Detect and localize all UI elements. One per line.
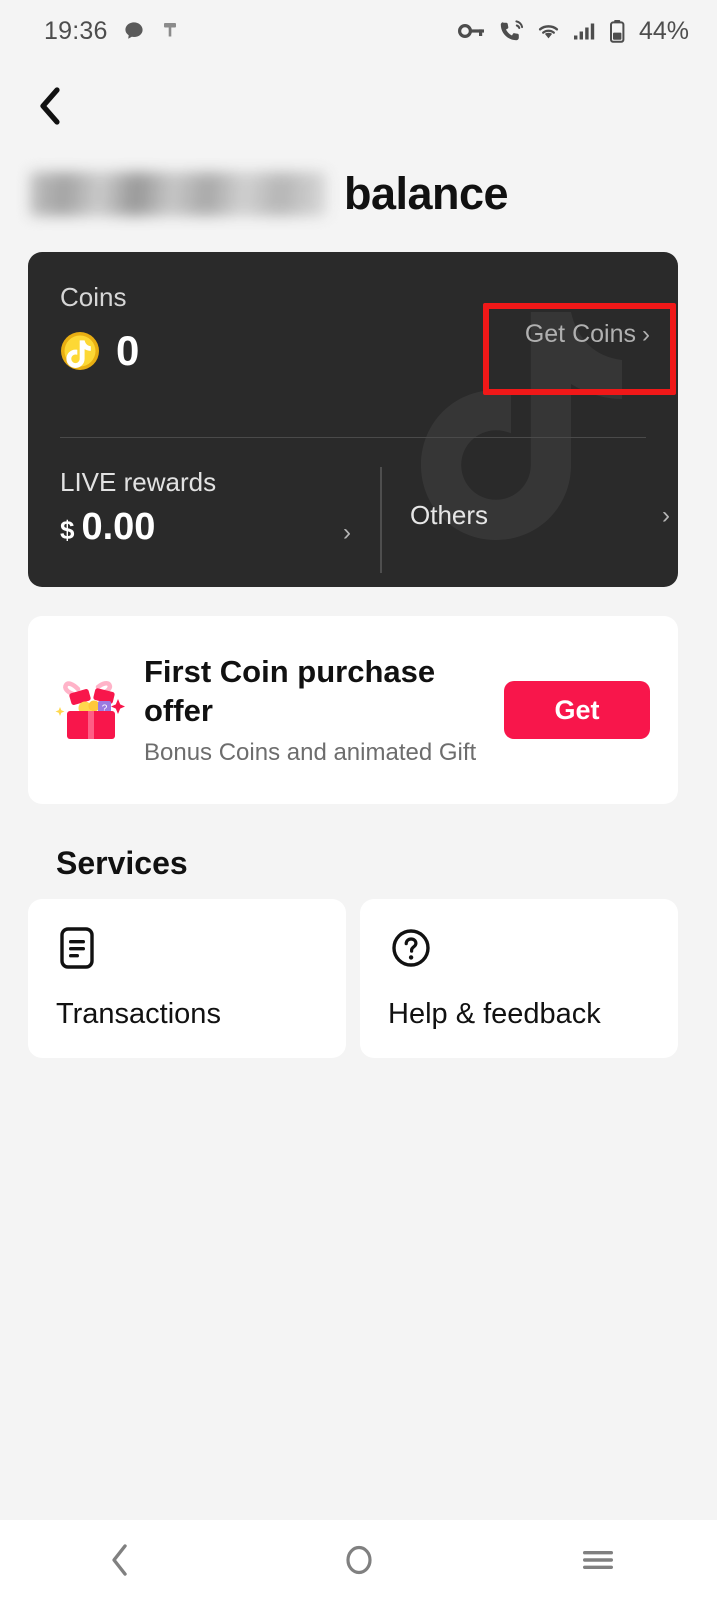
others-button[interactable]: Others › bbox=[410, 500, 678, 531]
system-back-icon bbox=[111, 1544, 127, 1576]
live-rewards-amount-row: $ 0.00 bbox=[60, 508, 360, 546]
gift-box-icon: ? bbox=[55, 681, 125, 739]
service-card-transactions[interactable]: Transactions bbox=[28, 899, 346, 1058]
question-circle-icon bbox=[392, 929, 430, 967]
live-rewards-label: LIVE rewards bbox=[60, 467, 217, 497]
status-bar-clock: 19:36 bbox=[44, 16, 108, 45]
back-chevron-icon bbox=[40, 87, 60, 125]
service-card-help-feedback[interactable]: Help & feedback bbox=[360, 899, 678, 1058]
redacted-username bbox=[30, 172, 326, 216]
back-button[interactable] bbox=[22, 78, 78, 134]
system-home-button[interactable] bbox=[304, 1520, 414, 1600]
system-back-button[interactable] bbox=[65, 1520, 175, 1600]
coins-row: 0 bbox=[60, 330, 139, 372]
pin-icon bbox=[163, 23, 176, 37]
live-rewards-amount: 0.00 bbox=[81, 506, 156, 548]
top-nav bbox=[0, 78, 717, 140]
status-bar-right: 44% bbox=[457, 17, 689, 46]
service-label-help-feedback: Help & feedback bbox=[388, 998, 601, 1030]
live-rewards-chevron-icon: › bbox=[343, 519, 351, 546]
page-title-text: balance bbox=[344, 168, 509, 219]
get-coins-button[interactable]: Get Coins › bbox=[511, 308, 664, 361]
tiktok-coin-icon bbox=[61, 332, 99, 370]
call-sound-icon bbox=[500, 19, 524, 40]
card-divider bbox=[60, 437, 646, 438]
status-bar-left: 19:36 bbox=[44, 17, 180, 46]
message-bubble-icon bbox=[124, 22, 143, 39]
battery-icon bbox=[609, 19, 625, 43]
key-icon bbox=[457, 23, 484, 39]
coins-amount: 0 bbox=[116, 327, 140, 374]
live-rewards-currency: $ bbox=[60, 515, 75, 545]
page-title: balance bbox=[30, 163, 690, 225]
get-coins-label: Get Coins bbox=[524, 320, 636, 348]
offer-title: First Coin purchase offer bbox=[144, 653, 436, 728]
card-vertical-divider bbox=[380, 467, 382, 573]
system-navigation-bar bbox=[0, 1520, 717, 1600]
offer-subtitle: Bonus Coins and animated Gift bbox=[144, 739, 477, 767]
service-label-transactions: Transactions bbox=[56, 998, 221, 1030]
live-rewards-button[interactable]: LIVE rewards $ 0.00 › bbox=[60, 467, 360, 546]
tiktok-balance-screen: 19:36 44% balance Coins 0 Get Coins › LI… bbox=[0, 0, 717, 1600]
status-bar: 19:36 44% bbox=[0, 0, 717, 62]
offer-get-button-label: Get bbox=[554, 694, 600, 725]
home-circle-icon bbox=[345, 1545, 372, 1575]
chevron-right-icon: › bbox=[642, 320, 650, 348]
first-coin-offer-card[interactable]: ? First Coin purchase offer Bonus Coins … bbox=[28, 616, 678, 804]
wifi-icon bbox=[538, 25, 559, 39]
balance-card: Coins 0 Get Coins › LIVE rewards $ 0.00 … bbox=[28, 252, 678, 587]
offer-text-block: First Coin purchase offer Bonus Coins an… bbox=[144, 653, 504, 768]
recents-menu-icon bbox=[582, 1551, 613, 1569]
services-row: Transactions Help & feedback bbox=[28, 899, 678, 1058]
others-chevron-icon: › bbox=[662, 501, 670, 529]
coins-label: Coins bbox=[60, 282, 127, 312]
signal-bars-icon bbox=[573, 23, 595, 40]
battery-percent-label: 44% bbox=[638, 16, 689, 45]
document-lines-icon bbox=[60, 927, 94, 969]
system-recents-button[interactable] bbox=[543, 1520, 653, 1600]
offer-get-button[interactable]: Get bbox=[504, 681, 650, 739]
services-heading: Services bbox=[56, 845, 188, 881]
others-label: Others bbox=[410, 500, 489, 530]
